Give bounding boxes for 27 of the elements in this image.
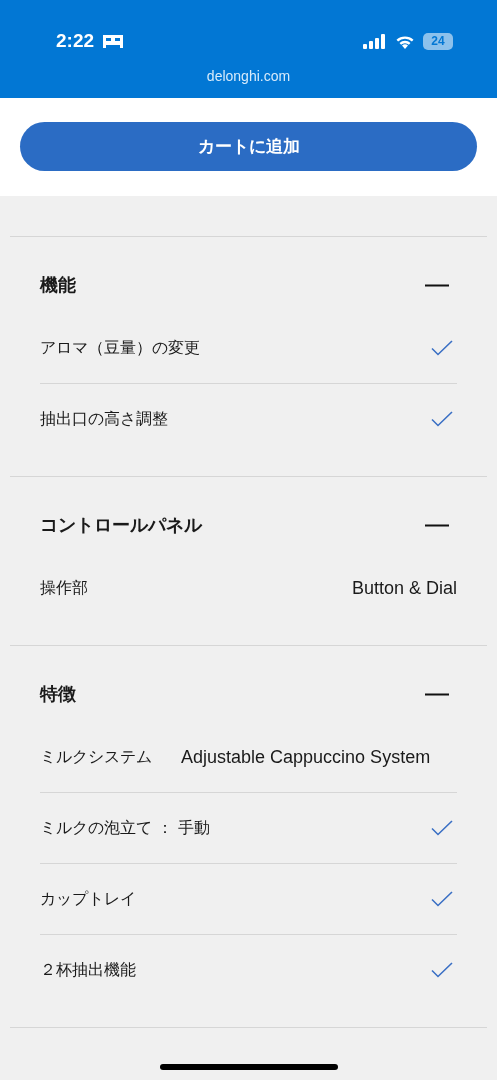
collapse-icon[interactable] (425, 523, 449, 527)
spec-label: ２杯抽出機能 (40, 959, 136, 981)
battery-icon: 24 (423, 32, 453, 50)
collapse-icon[interactable] (425, 283, 449, 287)
spec-label: ミルクの泡立て ： 手動 (40, 817, 211, 839)
spec-label: ミルクシステム (40, 746, 153, 768)
url-text: delonghi.com (205, 68, 292, 84)
signal-icon (363, 33, 387, 49)
collapse-icon[interactable] (425, 692, 449, 696)
checkmark-icon (431, 411, 453, 427)
add-to-cart-button[interactable]: カートに追加 (20, 121, 477, 171)
section-title: 特徴 (40, 682, 76, 706)
spec-label: アロマ（豆量）の変更 (40, 337, 200, 359)
wifi-icon (395, 33, 415, 49)
section-title: 機能 (40, 273, 76, 297)
spec-label: 操作部 (40, 577, 88, 599)
checkmark-icon (431, 340, 453, 356)
spec-label: 抽出口の高さ調整 (40, 408, 168, 430)
checkmark-icon (431, 962, 453, 978)
spec-value: Adjustable Cappuccino System (181, 746, 432, 768)
section-title: コントロールパネル (40, 513, 202, 537)
checkmark-icon (431, 820, 453, 836)
clock-time: 2:22 (56, 30, 95, 52)
checkmark-icon (431, 891, 453, 907)
bed-icon (102, 34, 125, 48)
spec-value: Button & Dial (351, 577, 457, 599)
spec-label: カップトレイ (40, 888, 136, 910)
